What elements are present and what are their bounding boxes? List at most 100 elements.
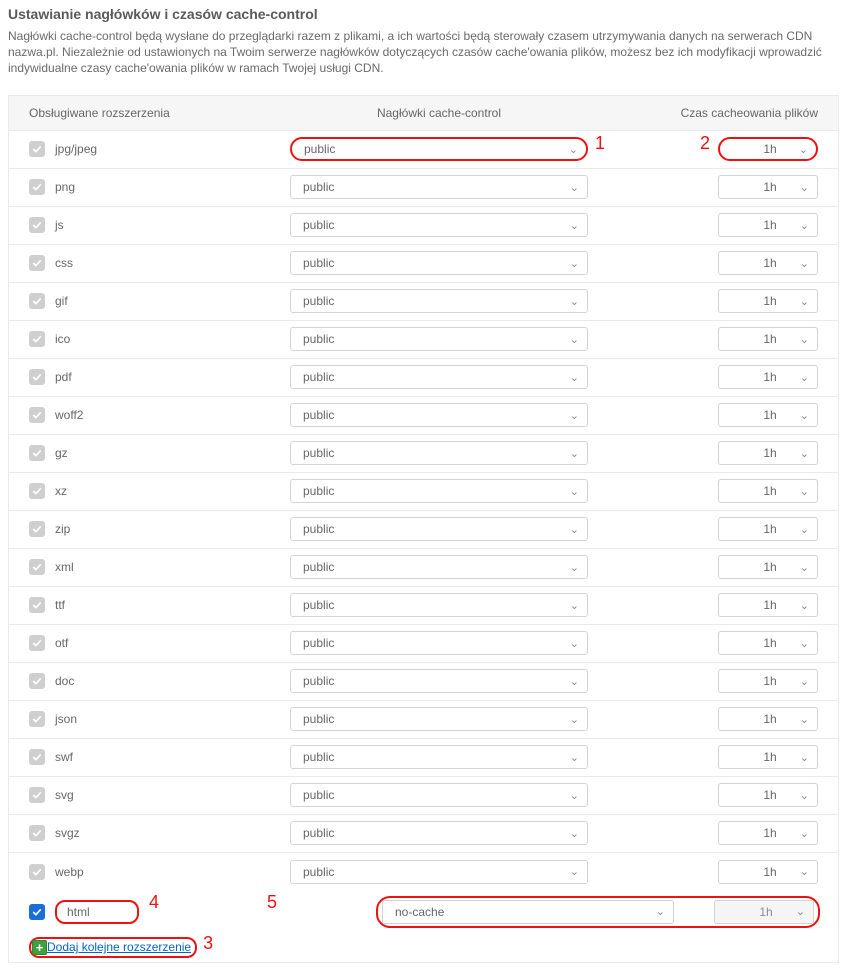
time-select[interactable]: 1h⌄ bbox=[718, 631, 818, 655]
time-select[interactable]: 1h⌄ bbox=[718, 175, 818, 199]
time-select-value: 1h bbox=[763, 142, 776, 156]
header-select-value: no-cache bbox=[395, 905, 444, 919]
header-select[interactable]: public⌄ bbox=[290, 631, 588, 655]
header-select[interactable]: public⌄ bbox=[290, 213, 588, 237]
header-select[interactable]: public⌄ bbox=[290, 821, 588, 845]
header-select-value: public bbox=[303, 674, 334, 688]
checkbox[interactable] bbox=[29, 904, 45, 920]
extension-label: css bbox=[55, 256, 73, 270]
time-select-value: 1h bbox=[763, 180, 776, 194]
time-select-value: 1h bbox=[763, 788, 776, 802]
checkbox[interactable] bbox=[29, 521, 45, 537]
header-select[interactable]: public⌄ bbox=[290, 289, 588, 313]
extension-label: xz bbox=[55, 484, 67, 498]
header-select[interactable]: public⌄ bbox=[290, 517, 588, 541]
time-select[interactable]: 1h⌄ bbox=[718, 707, 818, 731]
checkbox[interactable] bbox=[29, 749, 45, 765]
header-select[interactable]: public⌄ bbox=[290, 593, 588, 617]
time-select[interactable]: 1h⌄ bbox=[718, 479, 818, 503]
checkbox[interactable] bbox=[29, 711, 45, 727]
checkbox[interactable] bbox=[29, 559, 45, 575]
header-select[interactable]: public⌄ bbox=[290, 441, 588, 465]
checkbox[interactable] bbox=[29, 597, 45, 613]
header-select[interactable]: no-cache ⌄ bbox=[382, 900, 674, 924]
checkbox[interactable] bbox=[29, 407, 45, 423]
header-select[interactable]: public⌄ bbox=[290, 783, 588, 807]
checkbox[interactable] bbox=[29, 369, 45, 385]
header-select[interactable]: public⌄ bbox=[290, 403, 588, 427]
time-select[interactable]: 1h⌄ bbox=[718, 251, 818, 275]
time-select[interactable]: 1h⌄ bbox=[718, 783, 818, 807]
extension-label: png bbox=[55, 180, 75, 194]
plus-icon[interactable]: + bbox=[32, 940, 47, 955]
time-select[interactable]: 1h⌄ bbox=[718, 213, 818, 237]
header-select[interactable]: public⌄ bbox=[290, 175, 588, 199]
header-select-value: public bbox=[304, 142, 335, 156]
time-select-value: 1h bbox=[763, 674, 776, 688]
time-select[interactable]: 1h⌄ bbox=[718, 669, 818, 693]
header-select[interactable]: public⌄ bbox=[290, 707, 588, 731]
time-select[interactable]: 1h⌄ bbox=[718, 289, 818, 313]
checkbox[interactable] bbox=[29, 179, 45, 195]
extension-label: webp bbox=[55, 865, 84, 879]
checkbox[interactable] bbox=[29, 141, 45, 157]
header-select-value: public bbox=[303, 484, 334, 498]
chevron-down-icon: ⌄ bbox=[800, 827, 809, 840]
chevron-down-icon: ⌄ bbox=[800, 219, 809, 232]
header-select[interactable]: public⌄ bbox=[290, 327, 588, 351]
table-row-custom: 4 5 no-cache ⌄ 1h ⌄ bbox=[9, 891, 838, 933]
checkbox[interactable] bbox=[29, 293, 45, 309]
chevron-down-icon: ⌄ bbox=[800, 561, 809, 574]
header-select[interactable]: public⌄ bbox=[290, 555, 588, 579]
col-ext-header: Obsługiwane rozszerzenia bbox=[9, 106, 289, 120]
time-select[interactable]: 1h ⌄ bbox=[714, 900, 814, 924]
time-select[interactable]: 1h⌄ bbox=[718, 365, 818, 389]
time-select[interactable]: 1h⌄ bbox=[718, 137, 818, 161]
table-row: jpg/jpegpublic⌄1h⌄12 bbox=[9, 131, 838, 169]
checkbox[interactable] bbox=[29, 825, 45, 841]
time-select[interactable]: 1h⌄ bbox=[718, 593, 818, 617]
add-extension-link[interactable]: Dodaj kolejne rozszerzenie bbox=[47, 940, 191, 954]
checkbox[interactable] bbox=[29, 483, 45, 499]
time-select[interactable]: 1h⌄ bbox=[718, 327, 818, 351]
header-select[interactable]: public⌄ bbox=[290, 479, 588, 503]
chevron-down-icon: ⌄ bbox=[570, 751, 579, 764]
time-select-value: 1h bbox=[763, 256, 776, 270]
time-select[interactable]: 1h⌄ bbox=[718, 745, 818, 769]
header-select[interactable]: public⌄ bbox=[290, 860, 588, 884]
cache-table: Obsługiwane rozszerzenia Nagłówki cache-… bbox=[8, 95, 839, 963]
chevron-down-icon: ⌄ bbox=[800, 751, 809, 764]
checkbox[interactable] bbox=[29, 787, 45, 803]
time-select-value: 1h bbox=[763, 560, 776, 574]
time-select[interactable]: 1h ⌄ bbox=[718, 555, 818, 579]
checkbox[interactable] bbox=[29, 635, 45, 651]
checkbox[interactable] bbox=[29, 255, 45, 271]
checkbox[interactable] bbox=[29, 864, 45, 880]
extension-input[interactable] bbox=[55, 900, 139, 924]
time-select[interactable]: 1h⌄ bbox=[718, 821, 818, 845]
checkbox[interactable] bbox=[29, 445, 45, 461]
annotation-1: 1 bbox=[595, 133, 605, 154]
header-select-value: public bbox=[303, 408, 334, 422]
header-select[interactable]: public⌄ bbox=[290, 365, 588, 389]
checkbox[interactable] bbox=[29, 331, 45, 347]
extension-label: pdf bbox=[55, 370, 72, 384]
annotation-5: 5 bbox=[267, 892, 277, 913]
chevron-down-icon: ⌄ bbox=[570, 827, 579, 840]
header-select[interactable]: public⌄ bbox=[290, 745, 588, 769]
time-select[interactable]: 1h⌄ bbox=[718, 441, 818, 465]
header-select[interactable]: public⌄ bbox=[290, 137, 588, 161]
table-row: swfpublic⌄1h⌄ bbox=[9, 739, 838, 777]
chevron-down-icon: ⌄ bbox=[570, 865, 579, 878]
checkbox[interactable] bbox=[29, 217, 45, 233]
chevron-down-icon: ⌄ bbox=[656, 905, 665, 918]
table-row: png public⌄ 1h⌄ bbox=[9, 169, 838, 207]
header-select[interactable]: public⌄ bbox=[290, 669, 588, 693]
time-select[interactable]: 1h⌄ bbox=[718, 860, 818, 884]
checkbox[interactable] bbox=[29, 673, 45, 689]
header-select[interactable]: public⌄ bbox=[290, 251, 588, 275]
time-select[interactable]: 1h⌄ bbox=[718, 403, 818, 427]
page-description: Nagłówki cache-control będą wysłane do p… bbox=[8, 28, 839, 77]
time-select[interactable]: 1h⌄ bbox=[718, 517, 818, 541]
table-row: woff2public⌄1h⌄ bbox=[9, 397, 838, 435]
